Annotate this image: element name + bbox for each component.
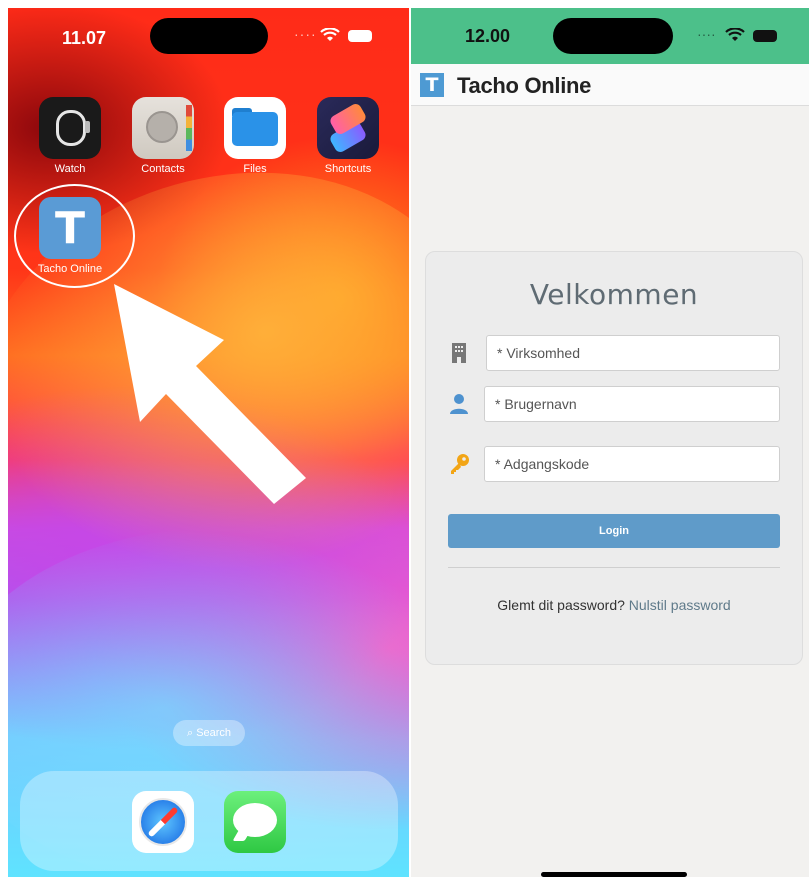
contacts-app-icon[interactable]: [132, 97, 194, 159]
dock: [20, 771, 398, 871]
tacho-t-icon: T: [54, 203, 85, 254]
company-input[interactable]: [486, 335, 780, 371]
home-indicator: [541, 872, 687, 877]
building-icon: [452, 343, 466, 363]
files-app-label: Files: [243, 163, 267, 175]
company-field-row: [448, 335, 780, 371]
signal-dots-icon: ····: [294, 26, 317, 42]
shortcuts-app-label: Shortcuts: [324, 163, 372, 175]
dynamic-island: [150, 18, 268, 54]
status-time: 12.00: [465, 26, 511, 46]
status-bar: 12.00 ····: [411, 8, 809, 64]
username-input[interactable]: [484, 386, 780, 422]
dynamic-island: [553, 18, 673, 54]
home-screen: 11.07 ···· Watch Contacts Files Shortcut…: [8, 8, 409, 877]
tacho-online-app-label: Tacho Online: [37, 263, 103, 275]
watch-face-icon: [56, 110, 86, 146]
signal-dots-icon: ····: [697, 26, 716, 42]
divider: [448, 567, 780, 568]
contacts-person-icon: [146, 111, 178, 143]
shortcuts-app-icon[interactable]: [317, 97, 379, 159]
folder-icon: [232, 112, 278, 146]
messages-app-icon[interactable]: [224, 791, 286, 853]
login-card: Velkommen Login: [425, 251, 803, 665]
forgot-password-label: Glemt dit password?: [497, 597, 625, 613]
wifi-icon: [320, 28, 340, 41]
search-label: Search: [196, 727, 232, 739]
key-icon: [451, 454, 469, 474]
watch-app-label: Watch: [54, 163, 86, 175]
password-field-row: [448, 446, 780, 482]
safari-app-icon[interactable]: [132, 791, 194, 853]
watch-app-icon[interactable]: [39, 97, 101, 159]
files-app-icon[interactable]: [224, 97, 286, 159]
app-header: T Tacho Online: [411, 64, 809, 106]
pointer-arrow-icon: [114, 284, 306, 504]
password-input[interactable]: [484, 446, 780, 482]
user-icon: [450, 394, 468, 414]
tacho-online-app-icon[interactable]: T: [39, 197, 101, 259]
username-field-row: [448, 386, 780, 422]
status-bar: 11.07 ····: [8, 8, 409, 68]
contacts-app-label: Contacts: [141, 163, 185, 175]
battery-icon: [348, 30, 372, 42]
wifi-icon: [725, 28, 745, 41]
reset-password-link[interactable]: Nulstil password: [629, 597, 731, 613]
tacho-logo-icon: T: [420, 73, 444, 97]
search-icon: ⌕: [186, 727, 194, 739]
login-button[interactable]: Login: [448, 514, 780, 548]
forgot-password-text: Glemt dit password? Nulstil password: [426, 597, 802, 613]
search-pill[interactable]: ⌕ Search: [173, 720, 245, 746]
battery-icon: [753, 30, 777, 42]
login-screen: 12.00 ···· T Tacho Online Velkommen * Vi…: [411, 8, 809, 877]
app-title: Tacho Online: [457, 73, 592, 98]
status-time: 11.07: [62, 28, 107, 48]
welcome-heading: Velkommen: [529, 278, 699, 311]
